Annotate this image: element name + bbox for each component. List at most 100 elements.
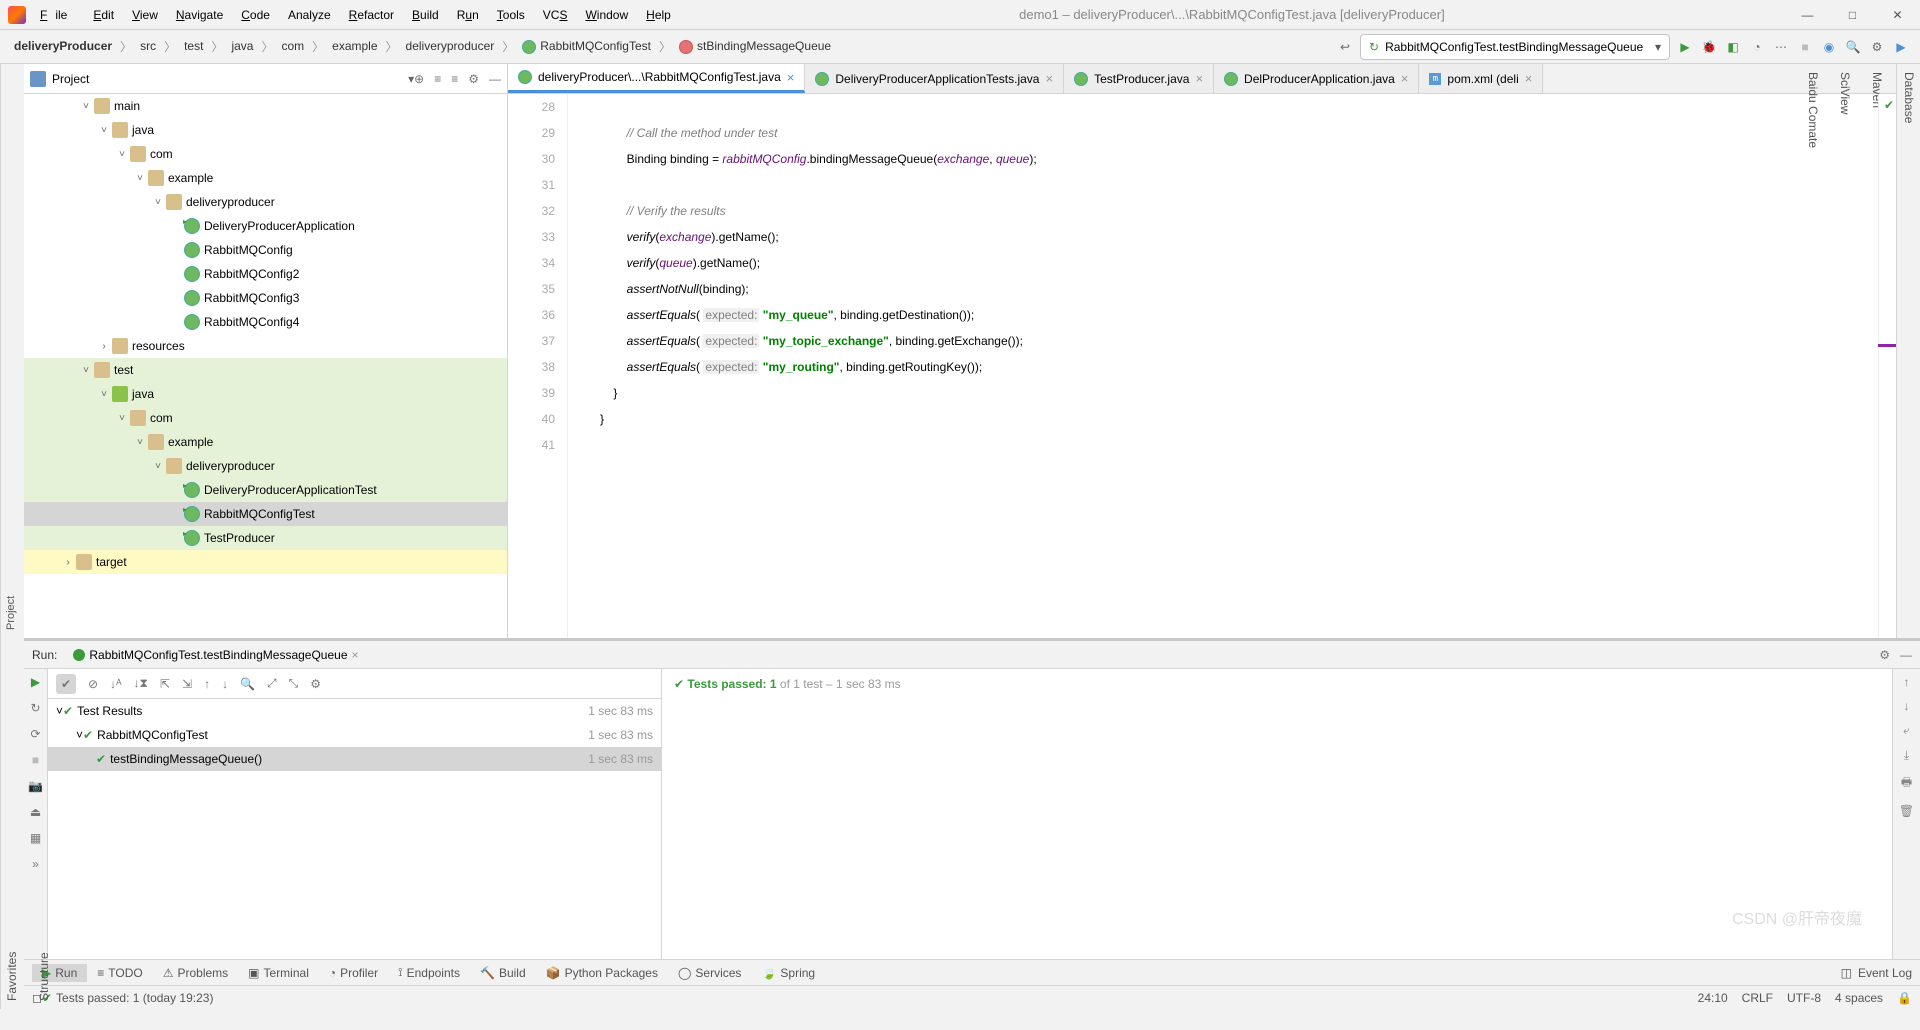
tree-item[interactable]: RabbitMQConfigTest: [24, 502, 507, 526]
run-configuration-selector[interactable]: ↻ RabbitMQConfigTest.testBindingMessageQ…: [1360, 34, 1670, 60]
tree-item[interactable]: ˅java: [24, 382, 507, 406]
run-hide-icon[interactable]: —: [1900, 648, 1912, 662]
code-editor[interactable]: 2829303132333435363738394041 // Call the…: [508, 94, 1896, 638]
tab-terminal[interactable]: ▣ Terminal: [238, 964, 319, 982]
status-position[interactable]: 24:10: [1698, 991, 1728, 1005]
menu-code[interactable]: Code: [233, 4, 278, 26]
test-output[interactable]: ✔ Tests passed: 1 of 1 test – 1 sec 83 m…: [662, 669, 1892, 959]
menu-build[interactable]: Build: [404, 4, 447, 26]
crumb[interactable]: test: [180, 37, 207, 55]
collapse-icon[interactable]: ⇲: [182, 677, 192, 691]
menu-run[interactable]: Run: [449, 4, 487, 26]
editor-tab[interactable]: DelProducerApplication.java×: [1214, 64, 1419, 93]
tree-item[interactable]: ˅main: [24, 94, 507, 118]
tree-item[interactable]: ˅example: [24, 430, 507, 454]
tree-item[interactable]: DeliveryProducerApplicationTest: [24, 478, 507, 502]
test-tree-item[interactable]: ✔testBindingMessageQueue()1 sec 83 ms: [48, 747, 661, 771]
scroll-end-icon[interactable]: ⤓: [1904, 748, 1909, 763]
test-results-tree[interactable]: ˅✔Test Results1 sec 83 ms˅✔RabbitMQConfi…: [48, 699, 661, 959]
tree-item[interactable]: ˅deliveryproducer: [24, 454, 507, 478]
menu-view[interactable]: View: [124, 4, 166, 26]
select-opened-file-icon[interactable]: ⊕: [414, 72, 424, 86]
status-encoding[interactable]: UTF-8: [1787, 991, 1821, 1005]
menu-navigate[interactable]: Navigate: [168, 4, 231, 26]
test-tree-item[interactable]: ˅✔Test Results1 sec 83 ms: [48, 699, 661, 723]
coverage-button[interactable]: ◧: [1724, 38, 1742, 56]
annotation-gutter[interactable]: [568, 94, 592, 638]
tab-profiler[interactable]: ◔ Profiler: [319, 964, 388, 982]
back-icon[interactable]: ↩: [1336, 38, 1354, 56]
tree-item[interactable]: ˅java: [24, 118, 507, 142]
menu-file[interactable]: File: [32, 4, 83, 26]
status-line-sep[interactable]: CRLF: [1742, 991, 1773, 1005]
tree-item[interactable]: ˅example: [24, 166, 507, 190]
tree-item[interactable]: RabbitMQConfig: [24, 238, 507, 262]
editor-tab[interactable]: TestProducer.java×: [1064, 64, 1214, 93]
left-toolwindow-stripe-top[interactable]: Project: [0, 64, 24, 638]
menu-edit[interactable]: Edit: [85, 4, 122, 26]
tree-item[interactable]: ˅test: [24, 358, 507, 382]
crumb[interactable]: java: [227, 37, 257, 55]
tree-item[interactable]: RabbitMQConfig4: [24, 310, 507, 334]
show-options-icon[interactable]: ⚙: [468, 72, 479, 86]
editor-tab[interactable]: deliveryProducer\...\RabbitMQConfigTest.…: [508, 64, 805, 93]
maximize-button[interactable]: □: [1830, 0, 1875, 30]
editor-error-stripe[interactable]: ✔: [1878, 94, 1896, 638]
test-settings-icon[interactable]: ⚙: [310, 677, 321, 691]
expand-icon[interactable]: ⇱: [160, 677, 170, 691]
sidebar-sciview[interactable]: SciView: [1838, 72, 1852, 630]
sort-duration-icon[interactable]: ↓⧗: [134, 676, 148, 691]
hide-icon[interactable]: —: [489, 72, 501, 86]
collapse-all-icon[interactable]: ≡: [451, 72, 458, 86]
crumb[interactable]: com: [277, 37, 308, 55]
test-search-icon[interactable]: 🔍: [240, 677, 255, 691]
crumb-class[interactable]: RabbitMQConfigTest: [518, 37, 655, 56]
search-icon[interactable]: 🔍: [1844, 38, 1862, 56]
prev-icon[interactable]: ↑: [204, 677, 210, 691]
sort-alpha-icon[interactable]: ↓ᴬ: [110, 677, 121, 691]
editor-tab[interactable]: DeliveryProducerApplicationTests.java×: [805, 64, 1064, 93]
minimize-button[interactable]: —: [1785, 0, 1830, 30]
crumb-module[interactable]: deliveryProducer: [10, 37, 116, 55]
crumb[interactable]: src: [136, 37, 160, 55]
next-icon[interactable]: ↓: [222, 677, 228, 691]
menu-help[interactable]: Help: [638, 4, 679, 26]
tree-item[interactable]: ˅com: [24, 142, 507, 166]
menu-window[interactable]: Window: [577, 4, 636, 26]
close-tab-icon[interactable]: ×: [787, 70, 795, 85]
close-tab-icon[interactable]: ×: [1195, 71, 1203, 86]
browser-icon[interactable]: ◉: [1820, 38, 1838, 56]
tab-problems[interactable]: ⚠ Problems: [153, 964, 238, 982]
tree-item[interactable]: ›resources: [24, 334, 507, 358]
sidebar-comate[interactable]: Baidu Comate: [1806, 72, 1820, 630]
project-tree[interactable]: ˅main˅java˅com˅example˅deliveryproducerD…: [24, 94, 507, 638]
expand-all-icon[interactable]: ≡: [434, 72, 441, 86]
comate-icon[interactable]: ▶: [1892, 38, 1910, 56]
status-lock-icon[interactable]: 🔒: [1897, 991, 1912, 1005]
stop-button[interactable]: ■: [1796, 38, 1814, 56]
tab-python[interactable]: 📦 Python Packages: [536, 964, 668, 982]
export-icon[interactable]: ⤡: [289, 676, 299, 691]
close-tab-icon[interactable]: ×: [1525, 71, 1533, 86]
show-passed-toggle[interactable]: ✔: [56, 674, 76, 694]
menu-vcs[interactable]: VCS: [535, 4, 576, 26]
tree-item[interactable]: DeliveryProducerApplication: [24, 214, 507, 238]
tree-item[interactable]: TestProducer: [24, 526, 507, 550]
tab-todo[interactable]: ≡ TODO: [87, 964, 152, 982]
right-toolwindow-stripe[interactable]: Database Maven SciView Baidu Comate: [1896, 64, 1920, 638]
sidebar-structure[interactable]: Structure: [37, 646, 51, 1001]
print-icon[interactable]: 🖶: [1901, 773, 1912, 794]
scroll-down-icon[interactable]: ↓: [1904, 699, 1910, 713]
crumb[interactable]: deliveryproducer: [402, 37, 499, 55]
tab-build[interactable]: 🔨 Build: [470, 964, 536, 982]
run-settings-icon[interactable]: ⚙: [1879, 648, 1890, 662]
tab-services[interactable]: ◯ Services: [668, 964, 751, 982]
sidebar-favorites[interactable]: Favorites: [5, 646, 19, 1001]
marker[interactable]: [1878, 344, 1896, 347]
sidebar-database[interactable]: Database: [1902, 72, 1916, 630]
menu-analyze[interactable]: Analyze: [280, 4, 339, 26]
close-button[interactable]: ✕: [1875, 0, 1920, 30]
menu-refactor[interactable]: Refactor: [341, 4, 402, 26]
crumb[interactable]: example: [328, 37, 381, 55]
close-tab-icon[interactable]: ×: [1401, 71, 1409, 86]
